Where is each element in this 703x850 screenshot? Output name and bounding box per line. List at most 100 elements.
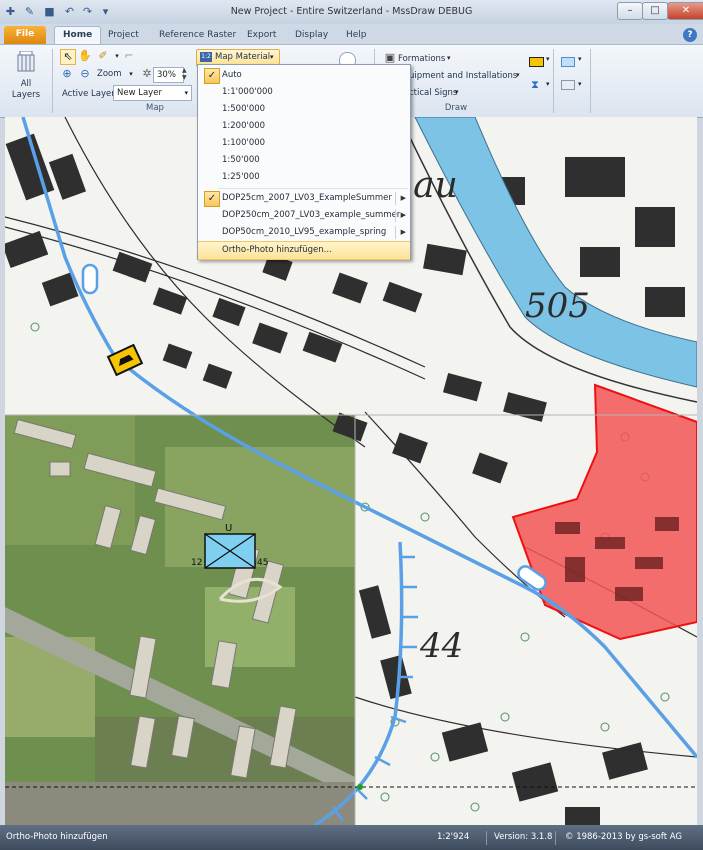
measure-ruler-icon[interactable]: ✐: [96, 49, 110, 63]
status-copyright: © 1986-2013 by gs-soft AG: [565, 832, 683, 842]
equipment-dropdown-icon[interactable]: ▾: [516, 71, 520, 79]
formations-dropdown-icon[interactable]: ▾: [447, 54, 451, 62]
opacity-field[interactable]: 30%: [153, 67, 184, 83]
map-label-544: 44: [419, 626, 463, 666]
menu-item-label: 1:100'000: [222, 138, 266, 148]
all-layers-label-line1: All: [20, 79, 32, 89]
submenu-divider: [395, 192, 396, 205]
select-pointer-icon[interactable]: ⇖: [60, 49, 76, 65]
ribbon-tab-row: File Home Project Reference Raster Expor…: [0, 24, 703, 45]
symbol-top-label: U: [225, 523, 232, 534]
map-material-menu: ✓ Auto 1:1'000'000 1:500'000 1:200'000 1…: [197, 64, 411, 260]
tab-display[interactable]: Display: [287, 27, 336, 44]
check-icon: ✓: [204, 191, 220, 207]
line-style-icon[interactable]: [561, 80, 575, 90]
menu-item-label: 1:1'000'000: [222, 87, 273, 97]
zoom-dropdown-icon[interactable]: ▾: [124, 67, 138, 81]
hourglass-dropdown-icon[interactable]: ▾: [546, 80, 550, 88]
all-layers-button[interactable]: All Layers: [8, 49, 44, 105]
menu-item-auto[interactable]: ✓ Auto: [198, 67, 410, 84]
submenu-divider: [395, 209, 396, 222]
check-icon: ✓: [204, 68, 220, 84]
active-layer-dropdown-icon: ▾: [184, 89, 188, 97]
menu-item-scale-500k[interactable]: 1:500'000: [198, 101, 410, 118]
route-marker-top: [81, 263, 99, 295]
tab-help[interactable]: Help: [338, 27, 375, 44]
vehicle-symbol-icon[interactable]: [529, 57, 544, 67]
opacity-spinner[interactable]: ▲ ▼: [182, 67, 190, 81]
tab-home[interactable]: Home: [54, 26, 102, 45]
layers-icon: [17, 51, 35, 72]
ribbon-separator: [52, 49, 53, 113]
menu-item-dop50cm-2010[interactable]: DOP50cm_2010_LV95_example_spring ▶: [198, 224, 410, 241]
close-button[interactable]: ✕: [667, 2, 703, 20]
map-label-505: 505: [525, 286, 590, 326]
tab-reference-raster[interactable]: Reference Raster: [151, 27, 244, 44]
window-title: New Project - Entire Switzerland - MssDr…: [230, 6, 473, 17]
formations-label[interactable]: Formations: [398, 54, 445, 64]
map-material-dropdown-icon: ▾: [270, 53, 274, 61]
map-group-label: Map: [146, 103, 164, 113]
menu-item-scale-25k[interactable]: 1:25'000: [198, 169, 410, 186]
menu-item-label: 1:50'000: [222, 155, 260, 165]
menu-item-label: DOP25cm_2007_LV03_ExampleSummer: [222, 193, 392, 203]
all-layers-label-line2: Layers: [11, 90, 41, 100]
formations-icon: ▣: [384, 51, 396, 64]
active-layer-select[interactable]: New Layer ▾: [113, 85, 192, 101]
submenu-arrow-icon[interactable]: ▶: [401, 224, 406, 241]
zoom-in-icon[interactable]: ⊕: [60, 67, 74, 81]
title-bar: ✚ ✎ ■ ↶ ↷ ▾ New Project - Entire Switzer…: [0, 0, 703, 25]
menu-item-label: 1:200'000: [222, 121, 266, 131]
status-scale: 1:2'924: [437, 832, 470, 842]
menu-item-scale-100k[interactable]: 1:100'000: [198, 135, 410, 152]
zoom-out-icon[interactable]: ⊖: [78, 67, 92, 81]
maximize-button[interactable]: □: [642, 2, 668, 20]
fill-color-icon[interactable]: [561, 57, 575, 67]
minimize-button[interactable]: –: [617, 2, 643, 20]
opacity-icon: ✲: [142, 67, 152, 80]
active-layer-label: Active Layer: [62, 89, 115, 99]
hourglass-icon[interactable]: ⧗: [528, 78, 542, 92]
tactical-signs-dropdown-icon[interactable]: ▾: [455, 88, 459, 96]
tactical-signs-label[interactable]: ctical Signs: [409, 88, 457, 98]
fill-color-dropdown-icon[interactable]: ▾: [578, 55, 582, 63]
menu-item-add-ortho-photo[interactable]: Ortho-Photo hinzufügen...: [198, 241, 410, 260]
menu-separator: [218, 188, 408, 189]
line-style-dropdown-icon[interactable]: ▾: [578, 80, 582, 88]
status-hint: Ortho-Photo hinzufügen: [6, 832, 108, 842]
status-bar: Ortho-Photo hinzufügen 1:2'924 Version: …: [0, 825, 703, 850]
status-version: Version: 3.1.8: [494, 832, 553, 842]
tab-project[interactable]: Project: [100, 27, 147, 44]
status-divider: [486, 831, 487, 845]
pan-hand-icon[interactable]: ✋: [78, 49, 92, 63]
help-icon[interactable]: ?: [683, 28, 697, 42]
menu-item-dop25cm-2007[interactable]: ✓ DOP25cm_2007_LV03_ExampleSummer ▶: [198, 190, 410, 207]
vehicle-symbol-dropdown-icon[interactable]: ▾: [546, 55, 550, 63]
draw-group-label: Draw: [444, 103, 468, 113]
active-layer-value: New Layer: [117, 88, 162, 98]
menu-item-dop250cm-2007[interactable]: DOP250cm_2007_LV03_example_summer ▶: [198, 207, 410, 224]
map-material-label: Map Material: [215, 52, 271, 62]
menu-item-scale-1m[interactable]: 1:1'000'000: [198, 84, 410, 101]
submenu-divider: [395, 226, 396, 239]
status-divider: [555, 831, 556, 845]
submenu-arrow-icon[interactable]: ▶: [401, 190, 406, 207]
ribbon-separator: [590, 49, 591, 113]
anchor-point: [357, 784, 363, 790]
route-tool-icon[interactable]: ⌐: [122, 49, 136, 63]
menu-item-label: 1:25'000: [222, 172, 260, 182]
menu-item-label: DOP250cm_2007_LV03_example_summer: [222, 210, 401, 220]
menu-item-label: 1:500'000: [222, 104, 266, 114]
zoom-label[interactable]: Zoom: [97, 69, 122, 79]
menu-item-label: Auto: [222, 70, 242, 80]
ribbon-separator: [553, 49, 554, 113]
submenu-arrow-icon[interactable]: ▶: [401, 207, 406, 224]
symbol-right-label: 45: [257, 558, 268, 568]
tab-export[interactable]: Export: [239, 27, 284, 44]
equipment-label[interactable]: uipment and Installations: [409, 71, 517, 81]
menu-item-scale-50k[interactable]: 1:50'000: [198, 152, 410, 169]
symbol-left-label: 12: [191, 558, 202, 568]
menu-item-scale-200k[interactable]: 1:200'000: [198, 118, 410, 135]
tab-file[interactable]: File: [4, 26, 46, 44]
menu-item-label: DOP50cm_2010_LV95_example_spring: [222, 227, 387, 237]
